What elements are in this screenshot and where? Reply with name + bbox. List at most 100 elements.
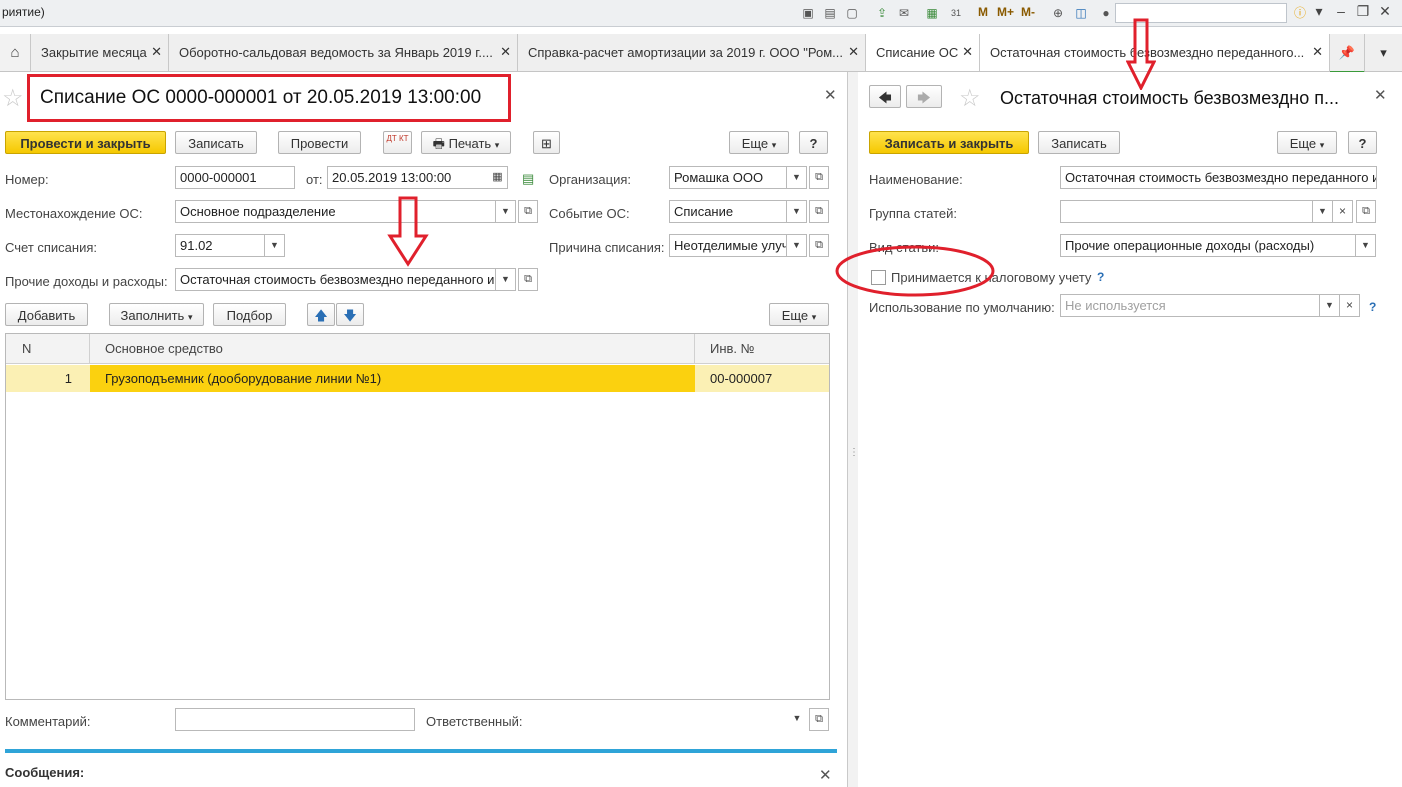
post-button[interactable]: Провести [278, 131, 361, 154]
print-icon[interactable]: ▤ [822, 5, 838, 21]
zoom-icon[interactable]: ⊕ [1050, 5, 1066, 21]
event-field[interactable]: Списание [669, 200, 787, 223]
add-button[interactable]: Добавить [5, 303, 88, 326]
chevron-down-icon[interactable]: ▼ [787, 708, 807, 731]
open-icon[interactable]: ⧉ [809, 234, 829, 257]
favorite-star-icon[interactable]: ☆ [2, 84, 24, 113]
chevron-down-icon[interactable]: ▼ [496, 268, 516, 291]
restore-icon[interactable]: ❐ [1354, 3, 1372, 20]
save-button[interactable]: Записать [1038, 131, 1120, 154]
upload-icon[interactable]: ⇪ [874, 5, 890, 21]
help-question-icon[interactable]: ? [1369, 300, 1376, 314]
select-button[interactable]: Подбор [213, 303, 286, 326]
mail-icon[interactable]: ✉ [896, 5, 912, 21]
clear-icon[interactable]: × [1340, 294, 1360, 317]
organization-field[interactable]: Ромашка ООО [669, 166, 787, 189]
chevron-down-icon[interactable]: ▼ [496, 200, 516, 223]
close-window-icon[interactable]: ✕ [1376, 3, 1394, 20]
tab-amortization[interactable]: Справка-расчет амортизации за 2019 г. ОО… [518, 34, 866, 71]
favorite-star-icon[interactable]: ☆ [959, 84, 981, 113]
chevron-down-icon[interactable]: ▼ [1356, 234, 1376, 257]
column-header-n[interactable]: N [6, 334, 90, 364]
clear-icon[interactable]: × [1333, 200, 1353, 223]
memory-button[interactable]: M [978, 5, 988, 19]
move-down-icon[interactable]: 🡇 [336, 303, 364, 326]
open-icon[interactable]: ⧉ [809, 200, 829, 223]
date-field[interactable]: 20.05.2019 13:00:00 [327, 166, 489, 189]
open-icon[interactable]: ⧉ [518, 200, 538, 223]
name-field[interactable]: Остаточная стоимость безвозмездно переда… [1060, 166, 1377, 189]
tab-trial-balance[interactable]: Оборотно-сальдовая ведомость за Январь 2… [169, 34, 518, 71]
chevron-down-icon: ▾ [187, 312, 193, 322]
minimize-icon[interactable]: – [1332, 3, 1350, 19]
page-title: Списание ОС 0000-000001 от 20.05.2019 13… [40, 87, 482, 108]
column-header-inv[interactable]: Инв. № [695, 334, 829, 364]
chevron-down-icon[interactable]: ▼ [1320, 294, 1340, 317]
close-icon[interactable]: ✕ [962, 44, 973, 60]
tab-writeoff[interactable]: Списание ОС ✕ [866, 34, 980, 71]
memory-plus-button[interactable]: M+ [997, 5, 1014, 19]
open-icon[interactable]: ⧉ [518, 268, 538, 291]
close-icon[interactable]: ✕ [848, 44, 859, 60]
open-icon[interactable]: ⧉ [1356, 200, 1376, 223]
close-icon[interactable]: ✕ [824, 86, 837, 104]
group-field[interactable] [1060, 200, 1313, 223]
table-more-button[interactable]: Еще ▾ [769, 303, 829, 326]
type-field[interactable]: Прочие операционные доходы (расходы) [1060, 234, 1356, 257]
account-field[interactable]: 91.02 [175, 234, 265, 257]
save-icon[interactable]: ▣ [800, 5, 816, 21]
memory-minus-button[interactable]: M- [1021, 5, 1035, 19]
preview-icon[interactable]: ▢ [844, 5, 860, 21]
save-button[interactable]: Записать [175, 131, 257, 154]
post-and-close-button[interactable]: Провести и закрыть [5, 131, 166, 154]
more-button[interactable]: Еще ▾ [1277, 131, 1337, 154]
help-question-icon[interactable]: ? [1097, 270, 1104, 284]
user-icon[interactable]: ● [1098, 5, 1114, 21]
move-up-icon[interactable]: 🡅 [307, 303, 335, 326]
forward-arrow-icon[interactable]: 🡆 [906, 85, 942, 108]
default-usage-field[interactable]: Не используется [1060, 294, 1320, 317]
close-icon[interactable]: ✕ [500, 44, 511, 60]
help-button[interactable]: ? [1348, 131, 1377, 154]
number-field[interactable]: 0000-000001 [175, 166, 295, 189]
location-field[interactable]: Основное подразделение [175, 200, 496, 223]
open-icon[interactable]: ⧉ [809, 166, 829, 189]
home-icon[interactable]: ⌂ [0, 34, 31, 71]
calculator-icon[interactable]: ▦ [924, 5, 940, 21]
assets-table[interactable]: N Основное средство Инв. № 1 Грузоподъем… [5, 333, 830, 700]
table-row[interactable]: 1 Грузоподъемник (дооборудование линии №… [6, 365, 829, 392]
open-icon[interactable]: ⧉ [809, 708, 829, 731]
save-and-close-button[interactable]: Записать и закрыть [869, 131, 1029, 154]
calendar-picker-icon[interactable]: ▦ [488, 166, 508, 189]
pin-icon[interactable]: 📌 [1330, 34, 1365, 73]
dt-kt-button[interactable]: ДТ КТ [383, 131, 412, 154]
chevron-down-icon[interactable]: ▼ [1313, 200, 1333, 223]
name-label: Наименование: [869, 172, 963, 187]
info-icon[interactable]: ⓘ [1292, 5, 1308, 21]
tab-month-close[interactable]: Закрытие месяца ✕ [31, 34, 169, 71]
chevron-down-icon[interactable]: ▼ [787, 200, 807, 223]
calendar-icon[interactable]: 31 [948, 5, 964, 21]
menu-chevron-icon[interactable]: ▾ [1310, 3, 1328, 20]
other-income-field[interactable]: Остаточная стоимость безвозмездно переда… [175, 268, 496, 291]
close-icon[interactable]: ✕ [151, 44, 162, 60]
close-messages-icon[interactable]: ✕ [819, 766, 832, 784]
reason-field[interactable]: Неотделимые улуч [669, 234, 787, 257]
chevron-down-icon[interactable]: ▼ [265, 234, 285, 257]
comment-field[interactable] [175, 708, 415, 731]
help-button[interactable]: ? [799, 131, 828, 154]
structure-icon[interactable]: ⊞ [533, 131, 560, 154]
panels-icon[interactable]: ◫ [1073, 5, 1089, 21]
row-asset[interactable]: Грузоподъемник (дооборудование линии №1) [90, 365, 695, 392]
print-button[interactable]: 🖶 Печать ▾ [421, 131, 511, 154]
document-check-icon[interactable]: ▤ [522, 171, 534, 187]
back-arrow-icon[interactable]: 🡄 [869, 85, 901, 108]
chevron-down-icon[interactable]: ▼ [787, 234, 807, 257]
close-icon[interactable]: ✕ [1374, 86, 1387, 104]
fill-button[interactable]: Заполнить ▾ [109, 303, 204, 326]
chevron-down-icon[interactable]: ▼ [787, 166, 807, 189]
tabs-menu-icon[interactable]: ▾ [1365, 34, 1402, 71]
column-header-asset[interactable]: Основное средство [90, 334, 695, 364]
more-button[interactable]: Еще ▾ [729, 131, 789, 154]
close-icon[interactable]: ✕ [1312, 44, 1323, 60]
